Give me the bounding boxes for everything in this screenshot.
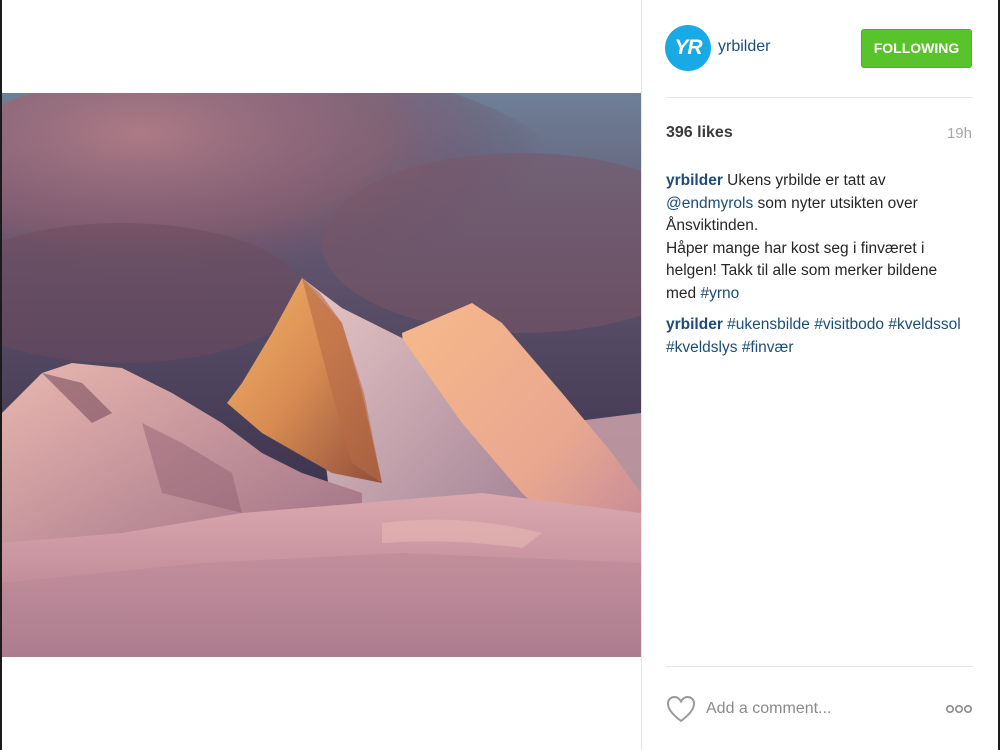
- avatar[interactable]: YR: [665, 25, 711, 71]
- divider: [666, 97, 973, 98]
- hashtag-link[interactable]: #kveldssol: [888, 316, 960, 333]
- heart-outline-icon[interactable]: [666, 695, 696, 723]
- comment-author[interactable]: yrbilder: [666, 316, 723, 333]
- post-footer: [642, 667, 998, 750]
- more-options-icon[interactable]: [945, 698, 973, 720]
- post-time[interactable]: 19h: [947, 125, 972, 142]
- hashtag-link[interactable]: #kveldslys: [666, 339, 738, 356]
- post-caption: yrbilder Ukens yrbilde er tatt av @endmy…: [666, 170, 978, 305]
- hashtag-link[interactable]: #finvær: [742, 339, 794, 356]
- post-header: YR yrbilder FOLLOWING: [642, 0, 998, 97]
- add-comment-input[interactable]: [706, 697, 926, 721]
- mention-link[interactable]: @endmyrols: [666, 195, 753, 212]
- caption-author[interactable]: yrbilder: [666, 172, 723, 189]
- hashtag-link[interactable]: #ukensbilde: [727, 316, 810, 333]
- comment: yrbilder #ukensbilde #visitbodo #kveldss…: [666, 314, 978, 359]
- hashtag-link[interactable]: #visitbodo: [814, 316, 884, 333]
- photo-pane: [2, 0, 641, 750]
- caption-text: Ukens yrbilde er tatt av: [722, 172, 886, 189]
- post-photo[interactable]: [2, 93, 641, 657]
- mountain-photo: [2, 93, 641, 657]
- post-sidebar: YR yrbilder FOLLOWING 396 likes 19h yrbi…: [642, 0, 998, 750]
- avatar-text: YR: [674, 36, 702, 59]
- username-link[interactable]: yrbilder: [718, 38, 770, 56]
- hashtag-link[interactable]: #yrno: [700, 285, 739, 302]
- caption-text: med: [666, 284, 701, 302]
- caption-text: Håper mange har kost seg i finværet i: [666, 239, 925, 257]
- caption-text: Ånsviktinden.: [666, 217, 759, 234]
- caption-text: som nyter utsikten over: [753, 194, 918, 212]
- caption-text: helgen! Takk til alle som merker bildene: [666, 262, 938, 279]
- following-button[interactable]: FOLLOWING: [861, 29, 972, 68]
- likes-count[interactable]: 396 likes: [666, 124, 733, 142]
